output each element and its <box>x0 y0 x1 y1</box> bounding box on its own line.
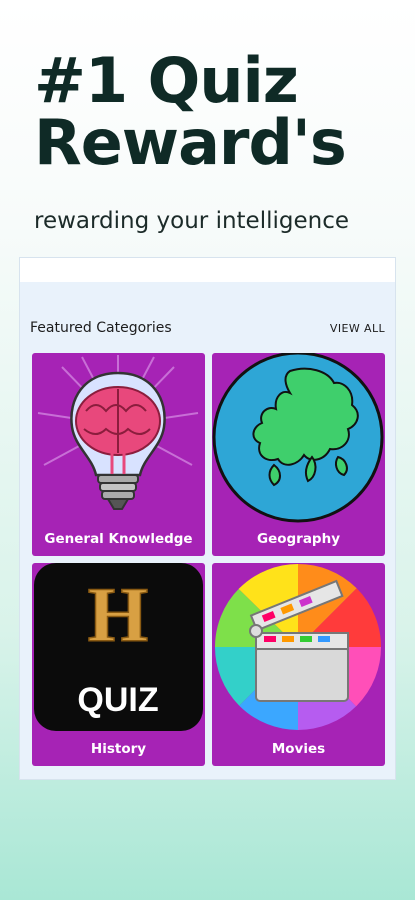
category-card-movies[interactable]: Movies <box>212 563 385 766</box>
category-label: General Knowledge <box>44 531 193 547</box>
category-card-general-knowledge[interactable]: General Knowledge <box>32 353 205 556</box>
hero-title-line2: Reward's <box>34 106 347 179</box>
tagline: rewarding your intelligence <box>34 208 349 234</box>
view-all-link[interactable]: VIEW ALL <box>330 322 385 335</box>
history-logo-letter: H <box>88 571 149 658</box>
app-top-bar <box>20 258 395 282</box>
app-screen-panel: Featured Categories VIEW ALL General Kno… <box>19 257 396 780</box>
category-card-history[interactable]: H QUIZ History <box>32 563 205 766</box>
category-label: Geography <box>256 531 341 547</box>
globe-europe-icon <box>212 353 384 523</box>
category-grid: General Knowledge Geography H QUIZ Histo… <box>32 353 386 766</box>
history-quiz-icon: H QUIZ <box>34 563 203 731</box>
section-title: Featured Categories <box>30 320 172 336</box>
hero-title-line1: #1 Quiz <box>34 44 299 117</box>
category-label: History <box>90 741 147 757</box>
category-label: Movies <box>271 741 326 757</box>
hero-title: #1 Quiz Reward's <box>34 44 347 179</box>
brain-lightbulb-icon <box>37 355 199 510</box>
category-card-geography[interactable]: Geography <box>212 353 385 556</box>
clapperboard-icon <box>213 563 383 732</box>
featured-header: Featured Categories VIEW ALL <box>30 320 385 336</box>
history-logo-word: QUIZ <box>77 681 158 719</box>
